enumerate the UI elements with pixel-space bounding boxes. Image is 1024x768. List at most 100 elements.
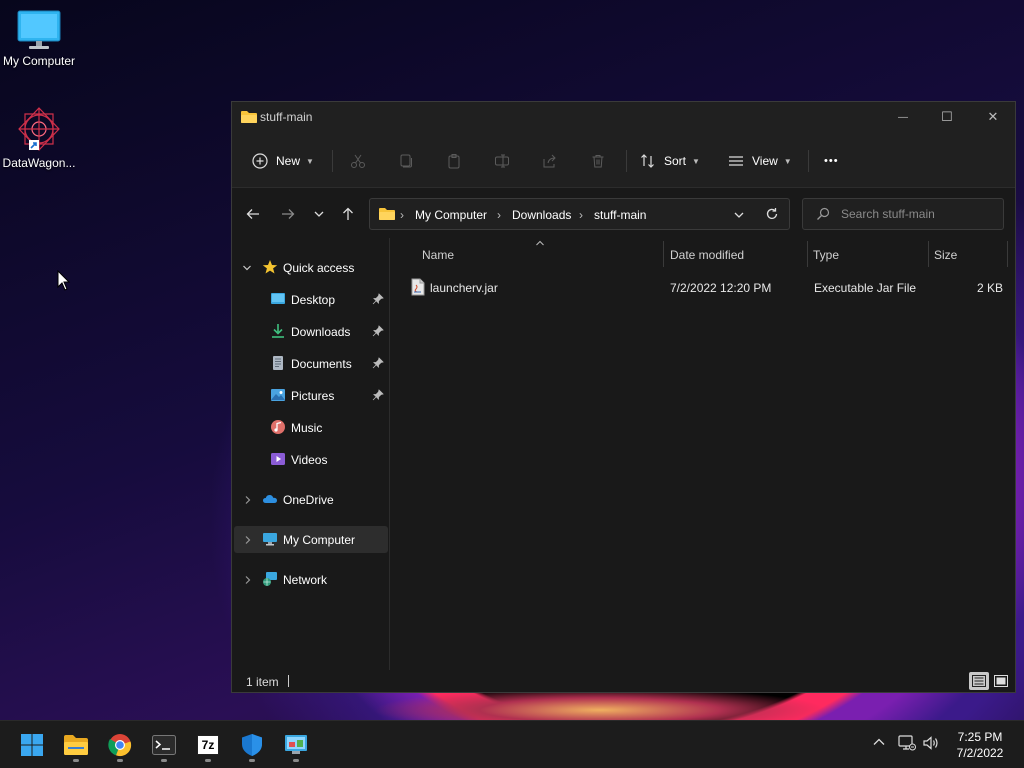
- column-header-size[interactable]: Size: [934, 248, 957, 262]
- chevron-down-icon: [243, 265, 251, 271]
- more-options-button[interactable]: •••: [824, 148, 839, 174]
- column-header-name[interactable]: Name: [422, 248, 454, 262]
- sidebar-item-label: Quick access: [283, 261, 355, 275]
- taskbar-terminal[interactable]: [148, 729, 180, 762]
- sidebar-item-quick-access[interactable]: Quick access: [234, 254, 388, 281]
- arrow-up-icon: [343, 207, 353, 220]
- sidebar-item-label: Pictures: [291, 389, 335, 403]
- search-icon: [817, 207, 830, 220]
- view-button[interactable]: View ▼: [728, 148, 792, 174]
- breadcrumb-separator-icon: ›: [400, 208, 404, 222]
- sidebar-item-label: Music: [291, 421, 323, 435]
- close-icon: ✕: [987, 109, 999, 124]
- column-divider[interactable]: [1007, 241, 1008, 267]
- seven-zip-icon: 7z: [197, 735, 219, 755]
- cloud-icon: [263, 495, 277, 503]
- sidebar-item-downloads[interactable]: Downloads: [234, 318, 388, 345]
- copy-icon: [400, 154, 412, 168]
- sidebar-item-documents[interactable]: Documents: [234, 350, 388, 377]
- desktop-icon-label: My Computer: [2, 54, 76, 68]
- plus-circle-icon: [252, 153, 268, 169]
- jar-file-icon: [411, 278, 425, 296]
- search-box[interactable]: [802, 198, 1004, 230]
- taskbar-windows-security[interactable]: [236, 729, 268, 762]
- tiles-view-button[interactable]: [991, 672, 1011, 690]
- network-status-icon[interactable]: [898, 735, 916, 751]
- breadcrumb-stuff-main[interactable]: stuff-main: [594, 208, 646, 222]
- file-size: 2 KB: [977, 281, 1004, 295]
- cut-button[interactable]: [350, 148, 366, 174]
- video-icon: [271, 453, 285, 465]
- sidebar-item-onedrive[interactable]: OneDrive: [234, 486, 388, 513]
- monitor-icon: [17, 10, 61, 49]
- sidebar-item-music[interactable]: Music: [234, 414, 388, 441]
- sidebar-item-network[interactable]: Network: [234, 566, 388, 593]
- forward-button[interactable]: [276, 202, 300, 226]
- shield-icon: [242, 734, 262, 756]
- share-button[interactable]: [542, 148, 558, 174]
- taskbar: 7z 7:25 PM 7/2/2022: [0, 720, 1024, 768]
- paste-button[interactable]: [446, 148, 462, 174]
- recent-locations-button[interactable]: [307, 202, 331, 226]
- desktop-icon-my-computer[interactable]: My Computer: [0, 10, 78, 68]
- running-indicator: [73, 759, 79, 762]
- toolbar-divider: [332, 150, 333, 172]
- back-button[interactable]: [241, 202, 265, 226]
- chevron-down-icon[interactable]: [733, 209, 745, 221]
- title-bar[interactable]: stuff-main — ☐ ✕: [232, 102, 1015, 132]
- arrow-left-icon: [246, 209, 259, 219]
- copy-button[interactable]: [398, 148, 414, 174]
- clipboard-icon: [448, 154, 460, 169]
- start-button[interactable]: [16, 729, 48, 761]
- maximize-icon: ☐: [941, 109, 953, 124]
- file-list: Name Date modified Type Size launcherv.j…: [390, 238, 1015, 764]
- chevron-down-icon: [314, 211, 324, 217]
- sidebar-item-videos[interactable]: Videos: [234, 446, 388, 473]
- status-bar: 1 item: [232, 670, 1015, 692]
- table-row[interactable]: launcherv.jar 7/2/2022 12:20 PM Executab…: [406, 276, 1006, 298]
- sidebar-item-my-computer[interactable]: My Computer: [234, 526, 388, 553]
- sidebar-item-label: Desktop: [291, 293, 336, 307]
- up-button[interactable]: [336, 202, 360, 226]
- rename-button[interactable]: [494, 148, 510, 174]
- sidebar-item-pictures[interactable]: Pictures: [234, 382, 388, 409]
- network-icon: [263, 572, 277, 586]
- toolbar-divider: [808, 150, 809, 172]
- column-divider[interactable]: [663, 241, 664, 267]
- sort-icon: [641, 154, 654, 168]
- running-indicator: [161, 759, 167, 762]
- system-clock[interactable]: 7:25 PM 7/2/2022: [948, 729, 1012, 761]
- computer-icon: [263, 533, 277, 546]
- column-header-date-modified[interactable]: Date modified: [670, 248, 744, 262]
- sort-button[interactable]: Sort ▼: [640, 148, 700, 174]
- breadcrumb-separator-icon: ›: [497, 208, 501, 222]
- search-input[interactable]: [841, 207, 991, 221]
- column-header-type[interactable]: Type: [813, 248, 839, 262]
- minimize-button[interactable]: —: [880, 102, 926, 132]
- breadcrumb-my-computer[interactable]: My Computer: [415, 208, 487, 222]
- taskbar-chrome[interactable]: [104, 729, 136, 762]
- status-divider: [288, 675, 289, 687]
- column-divider[interactable]: [807, 241, 808, 267]
- chevron-up-icon[interactable]: [872, 735, 886, 749]
- taskbar-control-panel[interactable]: [280, 729, 312, 762]
- new-button[interactable]: New ▼: [252, 148, 314, 174]
- column-divider[interactable]: [928, 241, 929, 267]
- refresh-icon[interactable]: [765, 207, 779, 221]
- taskbar-file-explorer[interactable]: [60, 729, 92, 762]
- sidebar-item-label: My Computer: [283, 533, 356, 547]
- taskbar-7zip[interactable]: 7z: [192, 729, 224, 762]
- close-button[interactable]: ✕: [970, 102, 1016, 132]
- navigation-pane: Quick access Desktop Downloads Documents…: [232, 238, 390, 670]
- sidebar-item-desktop[interactable]: Desktop: [234, 286, 388, 313]
- delete-button[interactable]: [590, 148, 606, 174]
- navigation-bar: › My Computer › Downloads › stuff-main: [232, 188, 1015, 238]
- speaker-icon[interactable]: [922, 735, 940, 751]
- breadcrumb-downloads[interactable]: Downloads: [512, 208, 571, 222]
- maximize-button[interactable]: ☐: [924, 102, 970, 132]
- address-bar[interactable]: › My Computer › Downloads › stuff-main: [369, 198, 790, 230]
- chevron-right-icon: [245, 496, 251, 504]
- details-view-button[interactable]: [969, 672, 989, 690]
- desktop-icon-datawagon[interactable]: DataWagon...: [0, 106, 78, 170]
- download-arrow-icon: [272, 324, 284, 338]
